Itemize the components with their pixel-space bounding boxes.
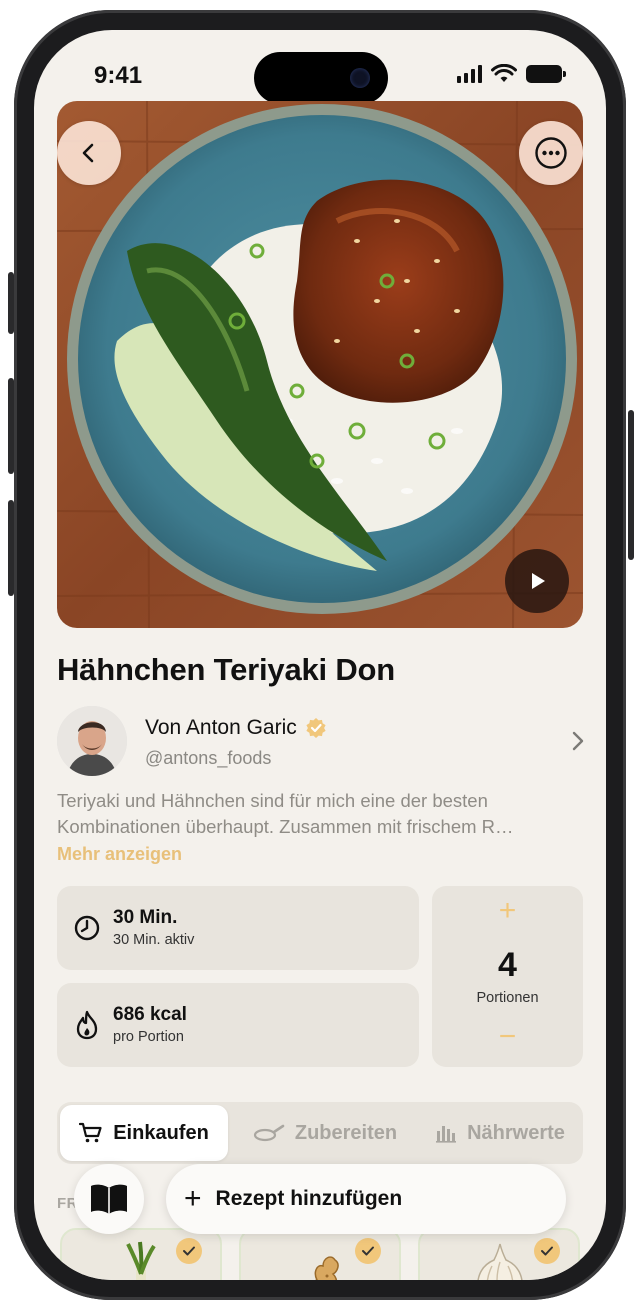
author-handle: @antons_foods [145,748,272,768]
add-recipe-button[interactable]: + Rezept hinzufügen [166,1164,566,1234]
servings-card: + 4 Portionen − [432,886,583,1067]
more-options-button[interactable] [519,121,583,185]
servings-count: 4 [498,946,517,984]
description-line-2: Kombinationen überhaupt. Zusammen mit fr… [57,816,514,837]
status-icons [457,64,566,84]
servings-plus-button[interactable]: + [432,894,583,928]
power-button [628,410,634,560]
tab-prepare[interactable]: Zubereiten [235,1105,415,1161]
servings-minus-button[interactable]: − [432,1020,583,1054]
tab-nutrition-label: Nährwerte [467,1121,565,1144]
calories-card: 686 kcal pro Portion [57,983,419,1067]
tab-nutrition[interactable]: Nährwerte [419,1105,581,1161]
plus-icon: + [184,1182,202,1215]
tab-shopping-label: Einkaufen [113,1121,209,1144]
book-icon [91,1184,127,1214]
back-button[interactable] [57,121,121,185]
bar-chart-icon [436,1126,457,1143]
signal-icon [457,65,482,83]
wifi-icon [491,64,517,82]
app-screen: 9:41 Hähnchen Teriyaki Don Von Anton Gar… [34,30,606,1280]
camera-icon [350,68,370,88]
description-line-1: Teriyaki und Hähnchen sind für mich eine… [57,790,488,811]
author-name: Von Anton Garic [145,716,327,740]
pan-icon [253,1124,285,1142]
chevron-left-icon [82,143,94,163]
servings-label: Portionen [476,990,539,1006]
cookbook-button[interactable] [74,1164,144,1234]
show-more-link[interactable]: Mehr anzeigen [57,844,182,865]
battery-icon [526,65,566,83]
author-name-text: Von Anton Garic [145,716,297,739]
volume-down-button [8,500,14,596]
recipe-description: Teriyaki und Hähnchen sind für mich eine… [57,788,582,840]
author-row[interactable]: Von Anton Garic @antons_foods [57,706,587,778]
checked-icon[interactable] [176,1238,202,1264]
status-time: 9:41 [94,62,143,89]
chevron-right-icon[interactable] [571,730,585,752]
recipe-tabs: Einkaufen Zubereiten Nährwerte [57,1102,583,1164]
time-active: 30 Min. aktiv [113,932,195,948]
ingredient-card-ginger[interactable] [239,1228,401,1280]
tab-prepare-label: Zubereiten [294,1121,398,1144]
author-avatar[interactable] [57,706,127,776]
cart-icon [79,1122,102,1143]
ingredient-card-leek[interactable] [60,1228,222,1280]
calories-value: 686 kcal [113,1004,187,1025]
add-recipe-label: Rezept hinzufügen [215,1187,403,1210]
ingredient-card-garlic[interactable] [418,1228,580,1280]
leek-icon [126,1241,156,1280]
ellipsis-circle-icon [535,137,567,169]
recipe-hero-image [57,101,583,628]
play-icon [532,573,545,589]
time-card: 30 Min. 30 Min. aktiv [57,886,419,970]
dynamic-island [254,52,388,104]
action-button [8,272,14,334]
volume-up-button [8,378,14,474]
garlic-icon [477,1243,523,1280]
recipe-title: Hähnchen Teriyaki Don [57,652,396,687]
ginger-icon [314,1256,339,1280]
checked-icon[interactable] [355,1238,381,1264]
verified-badge-icon [306,718,326,738]
play-video-button[interactable] [505,549,569,613]
tab-shopping[interactable]: Einkaufen [60,1105,228,1161]
time-total: 30 Min. [113,907,178,928]
clock-icon [74,915,100,941]
flame-icon [76,1010,98,1040]
checked-icon[interactable] [534,1238,560,1264]
calories-unit: pro Portion [113,1029,184,1045]
